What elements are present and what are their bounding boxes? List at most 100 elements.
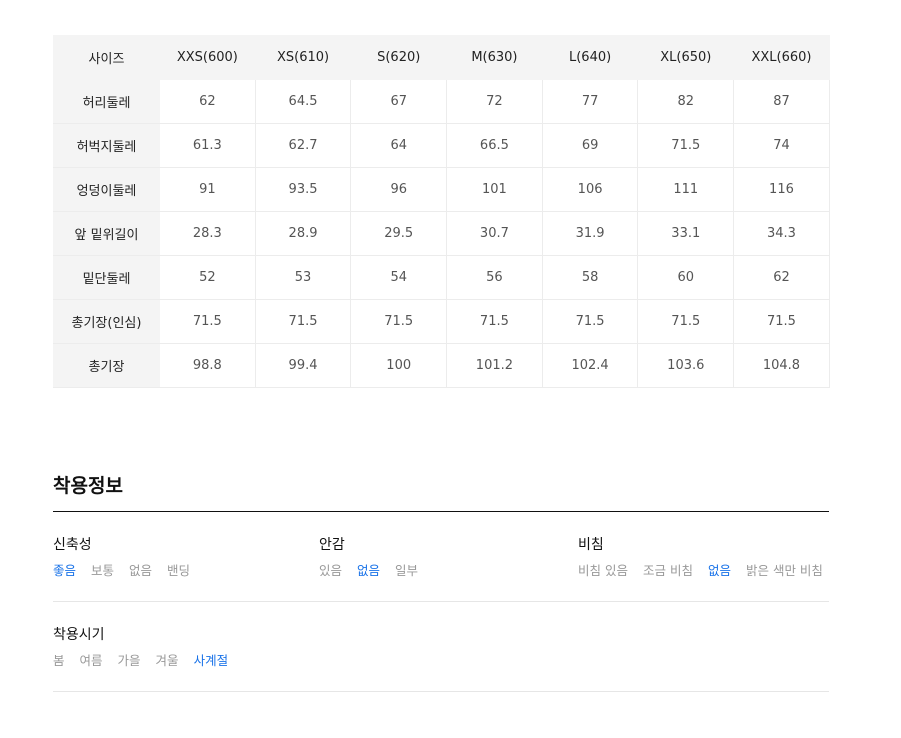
measurement-value: 71.5 [350, 299, 448, 344]
stretch-group: 신축성 좋음 보통 없음 밴딩 [53, 536, 190, 579]
measurement-value: 101.2 [446, 343, 543, 388]
table-row: 총기장(인심) 71.5 71.5 71.5 71.5 71.5 71.5 71.5 [53, 299, 830, 344]
wear-info-row-1: 신축성 좋음 보통 없음 밴딩 안감 있음 없음 일부 비침 비침 있음 조금 비침 없음 밝은… [53, 512, 829, 602]
measurement-value: 98.8 [159, 343, 256, 388]
stretch-option: 밴딩 [167, 563, 191, 578]
measurement-value: 61.3 [159, 123, 256, 168]
measurement-value: 60 [637, 255, 735, 300]
measurement-value: 116 [733, 167, 830, 212]
measurement-label: 앞 밑위길이 [53, 211, 160, 256]
measurement-value: 71.5 [637, 299, 735, 344]
measurement-value: 71.5 [446, 299, 543, 344]
measurement-value: 58 [541, 255, 639, 300]
season-option: 사계절 [193, 653, 229, 668]
measurement-value: 62 [733, 255, 830, 300]
table-row: 엉덩이둘레 91 93.5 96 101 106 111 116 [53, 167, 830, 212]
season-option: 봄 [53, 653, 65, 668]
measurement-value: 77 [541, 79, 639, 124]
size-chart-table: 사이즈 XXS(600) XS(610) S(620) M(630) L(640… [53, 35, 830, 388]
page: 사이즈 XXS(600) XS(610) S(620) M(630) L(640… [0, 0, 901, 738]
measurement-value: 33.1 [637, 211, 735, 256]
size-header-xxs: XXS(600) [159, 35, 256, 80]
wear-info-row-2: 착용시기 봄 여름 가을 겨울 사계절 [53, 602, 829, 692]
measurement-value: 64 [350, 123, 448, 168]
measurement-value: 62 [159, 79, 256, 124]
sheer-label: 비침 [578, 537, 604, 553]
measurement-label: 엉덩이둘레 [53, 167, 160, 212]
measurement-value: 87 [733, 79, 830, 124]
stretch-options: 좋음 보통 없음 밴딩 [53, 560, 190, 579]
size-header-xs: XS(610) [254, 35, 352, 80]
measurement-label: 허벅지둘레 [53, 123, 160, 168]
sheer-option: 밝은 색만 비침 [745, 563, 823, 578]
measurement-value: 56 [446, 255, 543, 300]
measurement-value: 100 [350, 343, 448, 388]
measurement-value: 96 [350, 167, 448, 212]
size-table-header-row: 사이즈 XXS(600) XS(610) S(620) M(630) L(640… [53, 35, 830, 80]
lining-group: 안감 있음 없음 일부 [319, 536, 418, 579]
measurement-value: 104.8 [733, 343, 830, 388]
sheer-option: 없음 [707, 563, 731, 578]
season-group: 착용시기 봄 여름 가을 겨울 사계절 [53, 626, 228, 669]
sheer-group: 비침 비침 있음 조금 비침 없음 밝은 색만 비침 [578, 536, 823, 579]
measurement-value: 74 [733, 123, 830, 168]
sheer-option: 조금 비침 [642, 563, 693, 578]
measurement-value: 99.4 [254, 343, 352, 388]
table-row: 밑단둘레 52 53 54 56 58 60 62 [53, 255, 830, 300]
measurement-value: 71.5 [159, 299, 256, 344]
size-header-label: 사이즈 [53, 35, 160, 80]
sheer-options: 비침 있음 조금 비침 없음 밝은 색만 비침 [578, 560, 823, 579]
stretch-option: 보통 [91, 563, 115, 578]
measurement-value: 91 [159, 167, 256, 212]
measurement-value: 30.7 [446, 211, 543, 256]
measurement-value: 103.6 [637, 343, 735, 388]
size-header-xxl: XXL(660) [733, 35, 830, 80]
sheer-option: 비침 있음 [578, 563, 628, 578]
table-row: 총기장 98.8 99.4 100 101.2 102.4 103.6 104.8 [53, 343, 830, 388]
measurement-value: 102.4 [541, 343, 639, 388]
season-option: 여름 [79, 653, 103, 668]
season-option: 겨울 [155, 653, 179, 668]
measurement-value: 111 [637, 167, 735, 212]
season-options: 봄 여름 가을 겨울 사계절 [53, 650, 228, 669]
measurement-value: 54 [350, 255, 448, 300]
season-option: 가을 [117, 653, 141, 668]
measurement-value: 52 [159, 255, 256, 300]
measurement-value: 93.5 [254, 167, 352, 212]
measurement-value: 66.5 [446, 123, 543, 168]
measurement-value: 53 [254, 255, 352, 300]
table-row: 허리둘레 62 64.5 67 72 77 82 87 [53, 79, 830, 124]
measurement-value: 64.5 [254, 79, 352, 124]
measurement-label: 허리둘레 [53, 79, 160, 124]
measurement-value: 82 [637, 79, 735, 124]
stretch-label: 신축성 [53, 537, 92, 553]
measurement-value: 28.9 [254, 211, 352, 256]
measurement-value: 101 [446, 167, 543, 212]
measurement-value: 106 [541, 167, 639, 212]
measurement-value: 62.7 [254, 123, 352, 168]
lining-label: 안감 [319, 537, 345, 553]
stretch-option: 없음 [129, 563, 153, 578]
size-header-xl: XL(650) [637, 35, 735, 80]
measurement-value: 69 [541, 123, 639, 168]
lining-option: 있음 [319, 563, 343, 578]
measurement-value: 29.5 [350, 211, 448, 256]
season-label: 착용시기 [53, 627, 105, 643]
measurement-label: 총기장(인심) [53, 299, 160, 344]
measurement-value: 67 [350, 79, 448, 124]
measurement-value: 71.5 [541, 299, 639, 344]
lining-option: 일부 [395, 563, 419, 578]
measurement-value: 71.5 [733, 299, 830, 344]
measurement-value: 71.5 [637, 123, 735, 168]
size-header-s: S(620) [350, 35, 448, 80]
lining-option: 없음 [357, 563, 381, 578]
size-header-l: L(640) [541, 35, 639, 80]
measurement-value: 34.3 [733, 211, 830, 256]
table-row: 허벅지둘레 61.3 62.7 64 66.5 69 71.5 74 [53, 123, 830, 168]
size-header-m: M(630) [446, 35, 543, 80]
wear-info-section: 착용정보 신축성 좋음 보통 없음 밴딩 안감 있음 없음 일부 비침 비침 있음 조금 비… [53, 472, 829, 692]
stretch-option: 좋음 [53, 563, 77, 578]
measurement-value: 31.9 [541, 211, 639, 256]
wear-info-title: 착용정보 [53, 475, 123, 497]
measurement-value: 28.3 [159, 211, 256, 256]
